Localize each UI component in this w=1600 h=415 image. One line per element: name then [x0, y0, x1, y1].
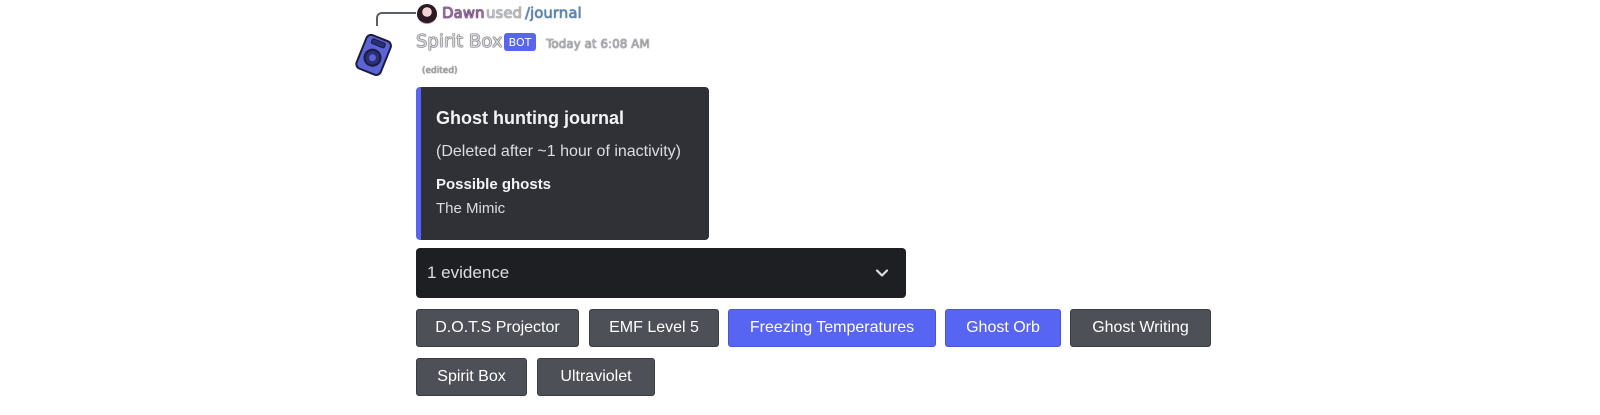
reply-used-text: used	[486, 4, 523, 22]
evidence-button-ultraviolet[interactable]: Ultraviolet	[537, 358, 655, 396]
chevron-down-icon	[875, 269, 889, 277]
embed-title: Ghost hunting journal	[436, 108, 624, 128]
message-timestamp[interactable]: Today at 6:08 AM	[546, 37, 650, 51]
reply-command[interactable]: /journal	[525, 4, 582, 22]
embed-field-value: The Mimic	[436, 200, 506, 217]
bot-tag: BOT	[504, 33, 536, 51]
evidence-button-ghost-orb[interactable]: Ghost Orb	[945, 309, 1061, 347]
reply-username[interactable]: Dawn	[442, 4, 485, 22]
evidence-button-spirit-box[interactable]: Spirit Box	[416, 358, 527, 396]
evidence-select-value: 1 evidence	[427, 263, 510, 282]
reply-connector	[376, 12, 416, 26]
spirit-box-avatar-icon[interactable]	[350, 30, 398, 78]
embed-description: (Deleted after ~1 hour of inactivity)	[436, 143, 682, 160]
evidence-button-freezing-temperatures[interactable]: Freezing Temperatures	[728, 309, 936, 347]
reply-user-avatar[interactable]	[417, 4, 437, 24]
evidence-button-ghost-writing[interactable]: Ghost Writing	[1070, 309, 1211, 347]
journal-embed: Ghost hunting journal (Deleted after ~1 …	[416, 87, 709, 240]
embed-field-name: Possible ghosts	[436, 176, 552, 193]
edited-label: (edited)	[422, 66, 458, 76]
evidence-button-dots-projector[interactable]: D.O.T.S Projector	[416, 309, 579, 347]
evidence-button-emf-level-5[interactable]: EMF Level 5	[589, 309, 719, 347]
author-name[interactable]: Spirit Box	[416, 31, 503, 52]
evidence-select[interactable]: 1 evidence	[416, 248, 906, 298]
